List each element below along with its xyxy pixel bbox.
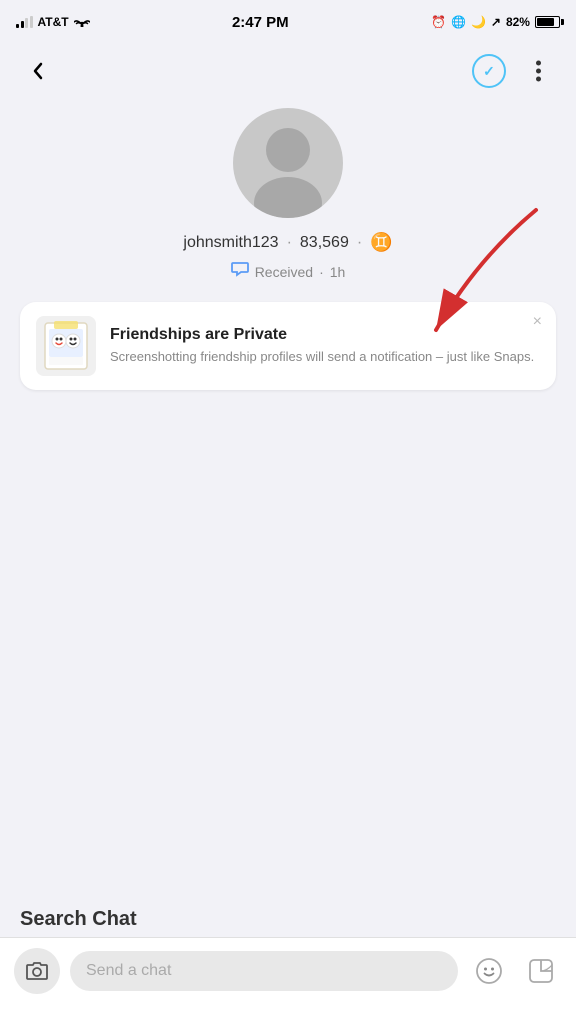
score-target-icon[interactable]	[472, 54, 506, 88]
battery-icon	[535, 16, 560, 28]
sticker-button[interactable]	[520, 950, 562, 992]
profile-section: johnsmith123 · 83,569 · ♊ Received · 1h	[0, 98, 576, 302]
card-title: Friendships are Private	[110, 326, 540, 344]
zodiac-icon: ♊	[370, 232, 392, 253]
card-description: Screenshotting friendship profiles will …	[110, 348, 540, 366]
chat-bubble-icon	[231, 261, 249, 282]
status-time: 2:47 PM	[232, 14, 289, 31]
moon-icon: 🌙	[471, 15, 486, 29]
search-chat-label: Search Chat	[0, 896, 576, 937]
dot-separator-2: ·	[357, 234, 362, 252]
battery-percentage: 82%	[506, 15, 530, 29]
back-button[interactable]	[20, 53, 56, 89]
nav-bar	[0, 44, 576, 98]
received-time: 1h	[330, 264, 346, 280]
status-bar: AT&T 2:47 PM ⏰ 🌐 🌙 ↗ 82%	[0, 0, 576, 44]
nav-actions	[472, 53, 556, 89]
info-card: Friendships are Private Screenshotting f…	[20, 302, 556, 390]
chat-input-placeholder: Send a chat	[86, 962, 171, 980]
username-row: johnsmith123 · 83,569 · ♊	[183, 232, 392, 253]
dot-separator-3: ·	[319, 264, 324, 280]
camera-button[interactable]	[14, 948, 60, 994]
alarm-icon: ⏰	[431, 15, 446, 29]
wifi-icon	[74, 15, 90, 30]
username-label: johnsmith123	[183, 234, 278, 252]
avatar	[233, 108, 343, 218]
screen-time-icon: 🌐	[451, 15, 466, 29]
status-right: ⏰ 🌐 🌙 ↗ 82%	[431, 15, 560, 29]
chat-input[interactable]: Send a chat	[70, 951, 458, 991]
bottom-section: Search Chat Send a chat	[0, 896, 576, 1024]
dot-separator-1: ·	[287, 234, 292, 252]
more-options-button[interactable]	[520, 53, 556, 89]
snap-score: 83,569	[300, 234, 349, 252]
card-close-button[interactable]: ×	[533, 314, 542, 330]
polaroid-icon	[36, 316, 96, 376]
received-label: Received	[255, 264, 313, 280]
avatar-silhouette	[233, 108, 343, 218]
location-icon: ↗	[491, 15, 501, 29]
carrier-label: AT&T	[38, 15, 69, 29]
status-left: AT&T	[16, 15, 90, 30]
bottom-bar: Send a chat	[0, 937, 576, 1024]
signal-icon	[16, 16, 33, 28]
card-text-area: Friendships are Private Screenshotting f…	[110, 326, 540, 366]
received-row: Received · 1h	[231, 261, 346, 282]
emoji-button[interactable]	[468, 950, 510, 992]
